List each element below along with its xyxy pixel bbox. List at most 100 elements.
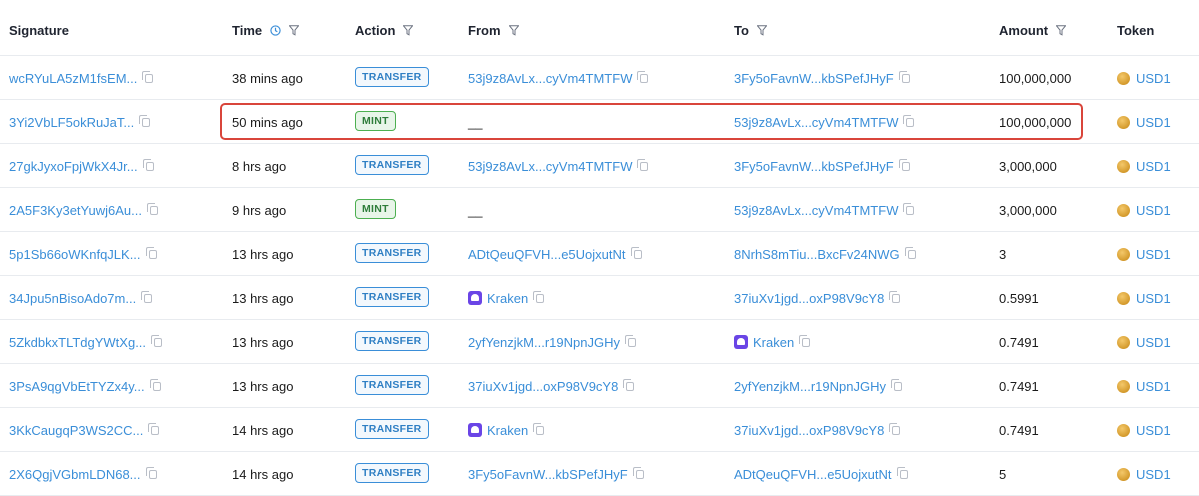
signature-link[interactable]: 2A5F3Ky3etYuwj6Au...: [9, 203, 142, 218]
copy-icon[interactable]: [904, 246, 916, 259]
token-link[interactable]: USD1: [1136, 203, 1171, 218]
clock-icon[interactable]: [270, 24, 281, 36]
table-row[interactable]: 34Jpu5nBisoAdo7m... 13 hrs ago TRANSFER …: [0, 276, 1199, 320]
signature-link[interactable]: 3Yi2VbLF5okRuJaT...: [9, 115, 134, 130]
to-address-link[interactable]: 37iuXv1jgd...oxP98V9cY8: [734, 291, 884, 306]
copy-icon[interactable]: [637, 70, 649, 83]
copy-icon[interactable]: [533, 290, 545, 303]
action-cell: TRANSFER: [355, 242, 429, 263]
table-row[interactable]: 3PsA9qgVbEtTYZx4y... 13 hrs ago TRANSFER…: [0, 364, 1199, 408]
from-address-link[interactable]: 37iuXv1jgd...oxP98V9cY8: [468, 379, 618, 394]
copy-icon[interactable]: [145, 466, 157, 479]
amount-cell: 5: [999, 466, 1006, 482]
copy-icon[interactable]: [141, 290, 153, 303]
to-address-link[interactable]: 37iuXv1jgd...oxP98V9cY8: [734, 423, 884, 438]
to-address-link[interactable]: ADtQeuQFVH...e5UojxutNt: [734, 467, 892, 482]
filter-icon[interactable]: [289, 24, 300, 36]
token-link[interactable]: USD1: [1136, 379, 1171, 394]
copy-icon[interactable]: [139, 114, 151, 127]
copy-icon[interactable]: [632, 466, 644, 479]
token-link[interactable]: USD1: [1136, 291, 1171, 306]
token-link[interactable]: USD1: [1136, 467, 1171, 482]
copy-icon[interactable]: [151, 334, 163, 347]
filter-icon[interactable]: [1056, 24, 1067, 36]
copy-icon[interactable]: [898, 70, 910, 83]
copy-icon[interactable]: [896, 466, 908, 479]
copy-icon[interactable]: [889, 290, 901, 303]
column-header-action[interactable]: Action: [355, 22, 414, 38]
column-header-to[interactable]: To: [734, 22, 767, 38]
to-address-link[interactable]: 2yfYenzjkM...r19NpnJGHy: [734, 379, 886, 394]
from-address-link[interactable]: 3Fy5oFavnW...kbSPefJHyF: [468, 467, 628, 482]
table-row[interactable]: 2A5F3Ky3etYuwj6Au... 9 hrs ago MINT __ 5…: [0, 188, 1199, 232]
signature-link[interactable]: 2X6QgjVGbmLDN68...: [9, 467, 141, 482]
table-row[interactable]: 27gkJyxoFpjWkX4Jr... 8 hrs ago TRANSFER …: [0, 144, 1199, 188]
signature-link[interactable]: 5p1Sb66oWKnfqJLK...: [9, 247, 141, 262]
from-address-link[interactable]: Kraken: [487, 423, 528, 438]
filter-icon[interactable]: [508, 24, 519, 36]
copy-icon[interactable]: [146, 202, 158, 215]
copy-icon[interactable]: [903, 202, 915, 215]
to-address-link[interactable]: Kraken: [753, 335, 794, 350]
to-address-link[interactable]: 8NrhS8mTiu...BxcFv24NWG: [734, 247, 900, 262]
column-header-from[interactable]: From: [468, 22, 519, 38]
action-cell: MINT: [355, 198, 396, 219]
copy-icon[interactable]: [799, 334, 811, 347]
token-link[interactable]: USD1: [1136, 247, 1171, 262]
table-row[interactable]: 3Yi2VbLF5okRuJaT... 50 mins ago MINT __ …: [0, 100, 1199, 144]
token-link[interactable]: USD1: [1136, 159, 1171, 174]
signature-link[interactable]: wcRYuLA5zM1fsEM...: [9, 71, 137, 86]
table-row[interactable]: 5p1Sb66oWKnfqJLK... 13 hrs ago TRANSFER …: [0, 232, 1199, 276]
signature-link[interactable]: 3KkCaugqP3WS2CC...: [9, 423, 143, 438]
to-cell: 53j9z8AvLx...cyVm4TMTFW: [734, 202, 915, 218]
signature-cell: 3Yi2VbLF5okRuJaT...: [9, 114, 151, 130]
copy-icon[interactable]: [630, 246, 642, 259]
table-row[interactable]: 5ZkdbkxTLTdgYWtXg... 13 hrs ago TRANSFER…: [0, 320, 1199, 364]
filter-icon[interactable]: [756, 24, 767, 36]
from-address-link[interactable]: 53j9z8AvLx...cyVm4TMTFW: [468, 71, 632, 86]
token-link[interactable]: USD1: [1136, 115, 1171, 130]
signature-link[interactable]: 3PsA9qgVbEtTYZx4y...: [9, 379, 145, 394]
from-address-link[interactable]: ADtQeuQFVH...e5UojxutNt: [468, 247, 626, 262]
signature-cell: 5p1Sb66oWKnfqJLK...: [9, 246, 157, 262]
kraken-icon: [468, 423, 482, 437]
filter-icon[interactable]: [403, 24, 414, 36]
token-link[interactable]: USD1: [1136, 423, 1171, 438]
copy-icon[interactable]: [148, 422, 160, 435]
copy-icon[interactable]: [149, 378, 161, 391]
table-row[interactable]: 3KkCaugqP3WS2CC... 14 hrs ago TRANSFER K…: [0, 408, 1199, 452]
to-cell: 53j9z8AvLx...cyVm4TMTFW: [734, 114, 915, 130]
from-cell: 3Fy5oFavnW...kbSPefJHyF: [468, 466, 644, 482]
action-cell: TRANSFER: [355, 330, 429, 351]
from-address-link[interactable]: Kraken: [487, 291, 528, 306]
to-address-link[interactable]: 3Fy5oFavnW...kbSPefJHyF: [734, 159, 894, 174]
column-header-time[interactable]: Time: [232, 22, 300, 38]
column-header-amount[interactable]: Amount: [999, 22, 1067, 38]
signature-link[interactable]: 27gkJyxoFpjWkX4Jr...: [9, 159, 138, 174]
signature-link[interactable]: 34Jpu5nBisoAdo7m...: [9, 291, 136, 306]
copy-icon[interactable]: [637, 158, 649, 171]
copy-icon[interactable]: [142, 158, 154, 171]
table-row[interactable]: wcRYuLA5zM1fsEM... 38 mins ago TRANSFER …: [0, 56, 1199, 100]
token-link[interactable]: USD1: [1136, 335, 1171, 350]
copy-icon[interactable]: [898, 158, 910, 171]
from-address-link[interactable]: 53j9z8AvLx...cyVm4TMTFW: [468, 159, 632, 174]
copy-icon[interactable]: [145, 246, 157, 259]
time-cell: 14 hrs ago: [232, 422, 293, 438]
table-row[interactable]: 2X6QgjVGbmLDN68... 14 hrs ago TRANSFER 3…: [0, 452, 1199, 496]
copy-icon[interactable]: [903, 114, 915, 127]
to-address-link[interactable]: 53j9z8AvLx...cyVm4TMTFW: [734, 203, 898, 218]
copy-icon[interactable]: [142, 70, 154, 83]
table-header: Signature Time Action From To Amount Tok…: [0, 0, 1199, 56]
copy-icon[interactable]: [533, 422, 545, 435]
copy-icon[interactable]: [623, 378, 635, 391]
copy-icon[interactable]: [890, 378, 902, 391]
token-link[interactable]: USD1: [1136, 71, 1171, 86]
to-cell: ADtQeuQFVH...e5UojxutNt: [734, 466, 908, 482]
to-address-link[interactable]: 3Fy5oFavnW...kbSPefJHyF: [734, 71, 894, 86]
copy-icon[interactable]: [624, 334, 636, 347]
copy-icon[interactable]: [889, 422, 901, 435]
from-address-link[interactable]: 2yfYenzjkM...r19NpnJGHy: [468, 335, 620, 350]
to-address-link[interactable]: 53j9z8AvLx...cyVm4TMTFW: [734, 115, 898, 130]
signature-link[interactable]: 5ZkdbkxTLTdgYWtXg...: [9, 335, 146, 350]
